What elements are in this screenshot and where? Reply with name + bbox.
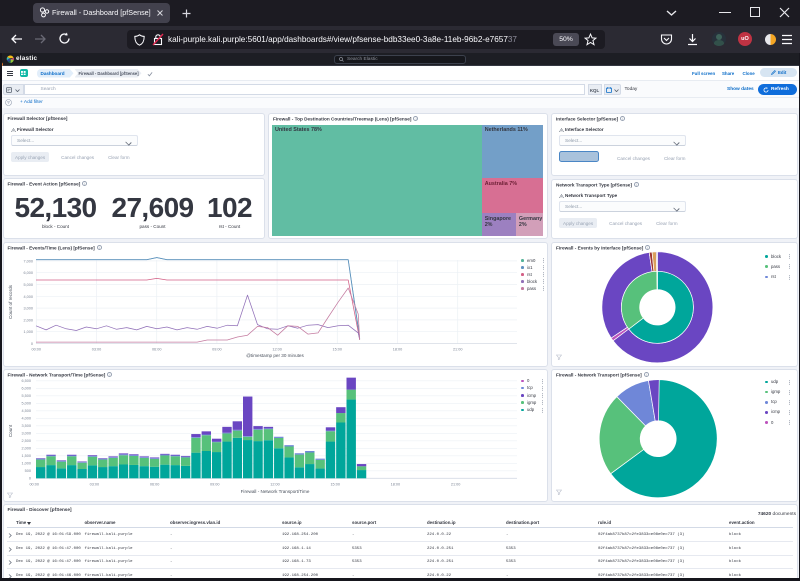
svg-text:5,000: 5,000 — [23, 283, 33, 287]
svg-text:3,000: 3,000 — [23, 306, 33, 310]
svg-text:03:00: 03:00 — [89, 482, 99, 486]
svg-text:00:00: 00:00 — [31, 347, 41, 351]
svg-text:7,000: 7,000 — [23, 259, 33, 263]
svg-text:12:00: 12:00 — [272, 347, 282, 351]
svg-text:06:00: 06:00 — [151, 347, 161, 351]
svg-text:4,000: 4,000 — [23, 294, 33, 298]
svg-text:21:00: 21:00 — [450, 482, 460, 486]
svg-text:0: 0 — [30, 342, 32, 346]
svg-text:@timestamp per 30 minutes: @timestamp per 30 minutes — [246, 353, 304, 358]
svg-text:1,500: 1,500 — [21, 454, 31, 458]
svg-text:Count: Count — [8, 424, 13, 437]
svg-text:6,000: 6,000 — [21, 386, 31, 390]
svg-text:06:00: 06:00 — [149, 482, 159, 486]
svg-text:15:00: 15:00 — [330, 482, 340, 486]
svg-text:6,000: 6,000 — [23, 271, 33, 275]
svg-text:09:00: 09:00 — [212, 347, 222, 351]
svg-text:18:00: 18:00 — [390, 482, 400, 486]
svg-text:03:00: 03:00 — [91, 347, 101, 351]
svg-text:3,500: 3,500 — [21, 424, 31, 428]
svg-text:6,500: 6,500 — [21, 379, 31, 383]
svg-text:5,000: 5,000 — [21, 401, 31, 405]
svg-text:12:00: 12:00 — [270, 482, 280, 486]
svg-text:2,000: 2,000 — [21, 446, 31, 450]
svg-text:1,000: 1,000 — [21, 461, 31, 465]
svg-text:3,000: 3,000 — [21, 431, 31, 435]
svg-text:4,500: 4,500 — [21, 409, 31, 413]
svg-text:2,000: 2,000 — [23, 318, 33, 322]
svg-text:0: 0 — [28, 476, 30, 480]
svg-text:09:00: 09:00 — [210, 482, 220, 486]
svg-text:18:00: 18:00 — [392, 347, 402, 351]
svg-text:00:00: 00:00 — [29, 482, 39, 486]
svg-text:15:00: 15:00 — [332, 347, 342, 351]
svg-text:1,000: 1,000 — [23, 330, 33, 334]
svg-text:21:00: 21:00 — [452, 347, 462, 351]
svg-text:5,500: 5,500 — [21, 394, 31, 398]
svg-text:2,500: 2,500 — [21, 439, 31, 443]
svg-text:500: 500 — [24, 469, 30, 473]
svg-text:Count of records: Count of records — [8, 284, 13, 319]
svg-text:4,000: 4,000 — [21, 416, 31, 420]
svg-text:Firewall - Network Transport/T: Firewall - Network Transport/Time — [240, 489, 309, 494]
